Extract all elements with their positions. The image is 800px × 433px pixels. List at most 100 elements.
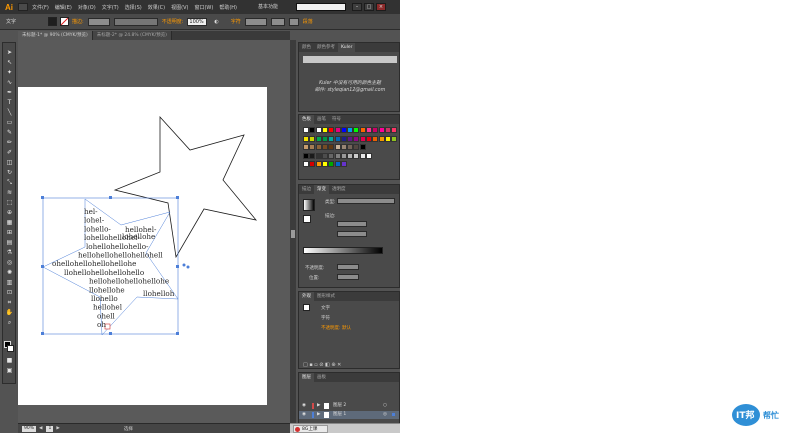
line-tool-icon[interactable]: ╲ <box>5 109 14 116</box>
fill-swatch[interactable] <box>48 17 58 26</box>
tab-stroke[interactable]: 描边 <box>299 185 314 194</box>
swatch[interactable] <box>384 135 391 142</box>
swatch[interactable] <box>321 144 328 151</box>
tab-brushes[interactable]: 画笔 <box>314 115 329 124</box>
swatch[interactable] <box>309 127 316 133</box>
next-artboard-icon[interactable]: ▶ <box>56 426 59 431</box>
swatch[interactable] <box>334 127 341 133</box>
tab-artboards[interactable]: 画板 <box>314 373 329 382</box>
menu-view[interactable]: 视图(V) <box>171 4 188 11</box>
menu-type[interactable]: 文字(T) <box>102 4 119 11</box>
rotate-tool-icon[interactable]: ↻ <box>5 169 14 176</box>
scroll-thumb[interactable] <box>291 230 295 238</box>
kuler-theme-bar[interactable] <box>303 56 397 63</box>
swatch[interactable] <box>321 152 328 159</box>
swatch[interactable] <box>359 144 366 151</box>
type-tool-icon[interactable]: T <box>5 99 14 106</box>
scale-tool-icon[interactable]: ⤡ <box>5 179 14 186</box>
swatch[interactable] <box>347 127 354 133</box>
stroke-weight-field[interactable] <box>87 17 110 26</box>
vertical-scrollbar[interactable] <box>290 40 296 423</box>
swatch[interactable] <box>340 127 347 133</box>
appearance-row-type[interactable]: 文字 <box>321 305 330 311</box>
zoom-tool-icon[interactable]: ⌕ <box>5 319 14 326</box>
width-tool-icon[interactable]: ≋ <box>5 189 14 196</box>
expand-arrow-icon[interactable]: ▶ <box>317 411 320 419</box>
swatch[interactable] <box>353 144 360 151</box>
tab-gradient[interactable]: 渐变 <box>314 185 329 194</box>
swatch[interactable] <box>309 135 316 142</box>
swatch[interactable] <box>347 152 354 159</box>
menu-edit[interactable]: 编辑(E) <box>55 4 72 11</box>
rectangle-tool-icon[interactable]: ▭ <box>5 119 14 126</box>
shape-builder-tool-icon[interactable]: ⊕ <box>5 209 14 216</box>
swatch[interactable] <box>347 135 354 142</box>
prev-artboard-icon[interactable]: ◀ <box>39 426 42 431</box>
symbol-sprayer-tool-icon[interactable]: ✺ <box>5 269 14 276</box>
menu-effect[interactable]: 效果(C) <box>148 4 165 11</box>
swatch[interactable] <box>303 144 309 151</box>
swatch[interactable] <box>309 161 316 168</box>
target-icon[interactable]: ◎ <box>383 411 387 419</box>
free-transform-tool-icon[interactable]: ⬚ <box>5 199 14 206</box>
search-input[interactable] <box>296 3 346 11</box>
gradient-aspect-field[interactable] <box>337 231 367 237</box>
menu-object[interactable]: 对象(O) <box>78 4 96 11</box>
swatch[interactable] <box>309 144 316 151</box>
tab-swatches[interactable]: 色板 <box>299 115 314 124</box>
color-mode-icon[interactable]: ■ <box>5 357 14 364</box>
tab-symbols[interactable]: 符号 <box>329 115 344 124</box>
layer-name[interactable]: 图层 2 <box>333 402 346 410</box>
swatch[interactable] <box>366 135 372 142</box>
artboard-tool-icon[interactable]: ⊡ <box>5 289 14 296</box>
opacity-field[interactable]: 100% <box>187 17 208 26</box>
swatch[interactable] <box>372 135 379 142</box>
swatch[interactable] <box>321 161 328 168</box>
menu-help[interactable]: 帮助(H) <box>219 4 237 11</box>
recolor-icon[interactable]: ◐ <box>214 19 218 25</box>
tab-kuler[interactable]: Kuler <box>338 43 356 52</box>
appearance-row-character[interactable]: 字符 <box>321 315 330 321</box>
swatch[interactable] <box>359 152 366 159</box>
swatch[interactable] <box>303 161 309 168</box>
swatch[interactable] <box>378 135 385 142</box>
swatch[interactable] <box>303 135 309 142</box>
hand-tool-icon[interactable]: ✋ <box>5 309 14 316</box>
swatch[interactable] <box>340 144 347 151</box>
magic-wand-tool-icon[interactable]: ✦ <box>5 69 14 76</box>
swatch[interactable] <box>328 135 335 142</box>
swatch[interactable] <box>334 135 341 142</box>
swatch[interactable] <box>391 135 398 142</box>
swatch[interactable] <box>340 161 347 168</box>
artboard[interactable]: hel-lohel-lohello-lohellohellohel-lohell… <box>18 87 267 405</box>
gradient-position-field[interactable] <box>337 274 359 280</box>
swatch[interactable] <box>334 161 341 168</box>
tab-document-2[interactable]: 未标题-2* @ 24.8% (CMYK/预览) <box>92 31 172 40</box>
font-family-field[interactable] <box>244 17 267 26</box>
anchor-point-icon[interactable] <box>186 265 190 269</box>
appearance-row-opacity[interactable]: 不透明度: 默认 <box>321 325 351 331</box>
stroke-swatch[interactable] <box>60 17 70 26</box>
slice-tool-icon[interactable]: ⌗ <box>5 299 14 306</box>
swatch[interactable] <box>328 161 335 168</box>
close-button[interactable]: × <box>376 3 386 11</box>
perspective-grid-tool-icon[interactable]: ▦ <box>5 219 14 226</box>
brush-definition-field[interactable] <box>113 17 158 26</box>
swatch[interactable] <box>353 127 360 133</box>
expand-arrow-icon[interactable]: ▶ <box>317 402 320 410</box>
layer-row-1[interactable]: ◉ ▶ 图层 1 ◎ <box>299 411 399 419</box>
eraser-tool-icon[interactable]: ◫ <box>5 159 14 166</box>
swatch[interactable] <box>366 152 372 159</box>
gradient-opacity-field[interactable] <box>337 264 359 270</box>
blob-brush-tool-icon[interactable]: ✐ <box>5 149 14 156</box>
swatch[interactable] <box>328 152 335 159</box>
eyedropper-tool-icon[interactable]: ⚗ <box>5 249 14 256</box>
swatch[interactable] <box>321 127 328 133</box>
font-style-field[interactable] <box>270 17 285 26</box>
menu-window[interactable]: 窗口(W) <box>194 4 213 11</box>
workspace-switcher[interactable]: 基本功能 <box>258 3 278 10</box>
eye-icon[interactable]: ◉ <box>302 411 306 419</box>
minimize-button[interactable]: – <box>352 3 362 11</box>
swatch[interactable] <box>353 152 360 159</box>
swatch[interactable] <box>328 127 335 133</box>
